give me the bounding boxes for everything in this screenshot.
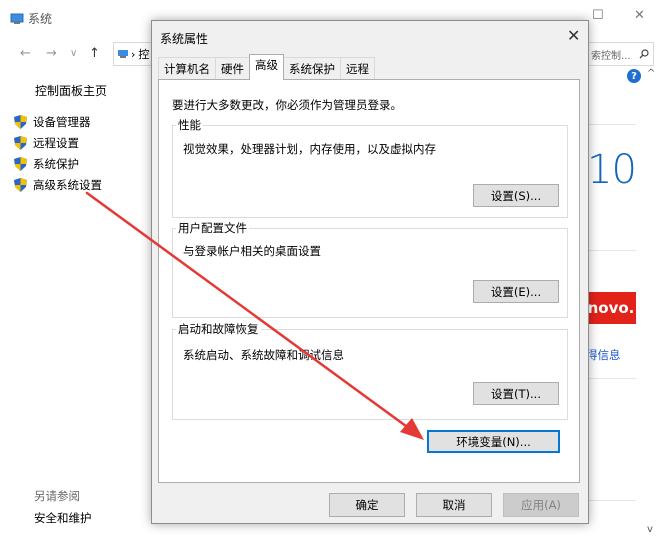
address-text: 控 — [138, 48, 150, 61]
scroll-up-arrow[interactable]: ^ — [647, 68, 655, 79]
divider — [586, 250, 636, 251]
see-also-heading: 另请参阅 — [34, 489, 80, 503]
window-title: 系统 — [10, 10, 52, 27]
help-icon[interactable]: ? — [627, 69, 641, 83]
tab-advanced[interactable]: 高级 — [249, 54, 284, 80]
security-maintenance-link[interactable]: 安全和维护 — [34, 510, 92, 526]
environment-variables-button[interactable]: 环境变量(N)... — [427, 430, 560, 453]
dialog-close-button[interactable]: ✕ — [567, 26, 580, 45]
tab-system-protection[interactable]: 系统保护 — [283, 57, 341, 80]
shield-icon — [14, 178, 27, 192]
tab-computer-name[interactable]: 计算机名 — [158, 57, 216, 80]
scroll-down-arrow[interactable]: v — [647, 524, 653, 535]
recent-dropdown[interactable]: ∨ — [70, 48, 77, 59]
admin-notice: 要进行大多数更改，你必须作为管理员登录。 — [172, 98, 402, 112]
startup-recovery-settings-button[interactable]: 设置(T)... — [473, 382, 559, 405]
performance-group: 性能 视觉效果，处理器计划，内存使用，以及虚拟内存 设置(S)... — [172, 117, 568, 218]
tab-remote[interactable]: 远程 — [340, 57, 375, 80]
divider — [586, 124, 636, 125]
computer-icon — [10, 13, 24, 24]
control-panel-home-link[interactable]: 控制面板主页 — [35, 82, 107, 99]
tab-hardware[interactable]: 硬件 — [215, 57, 250, 80]
close-button[interactable]: ✕ — [634, 8, 645, 23]
shield-icon — [14, 115, 27, 129]
shield-icon — [14, 136, 27, 150]
group-description: 视觉效果，处理器计划，内存使用，以及虚拟内存 — [183, 142, 436, 156]
computer-icon — [118, 50, 128, 58]
search-placeholder: 索控制... — [591, 50, 631, 62]
search-icon — [639, 49, 649, 59]
group-description: 系统启动、系统故障和调试信息 — [183, 348, 344, 362]
user-profiles-settings-button[interactable]: 设置(E)... — [473, 280, 559, 303]
user-profiles-group: 用户配置文件 与登录帐户相关的桌面设置 设置(E)... — [172, 220, 568, 318]
dialog-title: 系统属性 — [160, 32, 209, 46]
forward-button[interactable]: → — [46, 46, 57, 61]
system-properties-dialog: 系统属性 ✕ 计算机名 硬件 高级 系统保护 远程 要进行大多数更改，你必须作为… — [151, 20, 589, 524]
sidebar-item-advanced-settings[interactable]: 高级系统设置 — [14, 177, 102, 193]
address-chevron: › — [131, 47, 136, 61]
group-label: 性能 — [176, 117, 203, 133]
search-input[interactable]: 索控制... — [586, 42, 654, 66]
apply-button[interactable]: 应用(A) — [503, 493, 579, 517]
maximize-button[interactable]: ☐ — [592, 8, 604, 23]
group-label: 启动和故障恢复 — [176, 321, 261, 337]
divider — [586, 500, 636, 501]
sidebar-item-device-manager[interactable]: 设备管理器 — [14, 114, 91, 130]
group-label: 用户配置文件 — [176, 220, 249, 236]
startup-recovery-group: 启动和故障恢复 系统启动、系统故障和调试信息 设置(T)... — [172, 321, 568, 420]
advanced-tab-panel: 要进行大多数更改，你必须作为管理员登录。 性能 视觉效果，处理器计划，内存使用，… — [158, 79, 580, 483]
address-bar[interactable]: › 控 — [113, 42, 153, 66]
cancel-button[interactable]: 取消 — [416, 493, 492, 517]
tab-bar: 计算机名 硬件 高级 系统保护 远程 — [158, 54, 375, 80]
sidebar-item-remote-settings[interactable]: 远程设置 — [14, 135, 79, 151]
lenovo-logo: novo. — [586, 292, 636, 324]
group-description: 与登录帐户相关的桌面设置 — [183, 244, 321, 258]
divider — [586, 378, 636, 379]
performance-settings-button[interactable]: 设置(S)... — [473, 184, 559, 207]
sidebar-item-system-protection[interactable]: 系统保护 — [14, 156, 79, 172]
shield-icon — [14, 157, 27, 171]
windows-version-text: 10 — [587, 147, 637, 193]
back-button[interactable]: ← — [20, 46, 31, 61]
ok-button[interactable]: 确定 — [329, 493, 405, 517]
more-info-link[interactable]: 得信息 — [586, 347, 621, 363]
up-button[interactable]: ↑ — [89, 46, 100, 61]
